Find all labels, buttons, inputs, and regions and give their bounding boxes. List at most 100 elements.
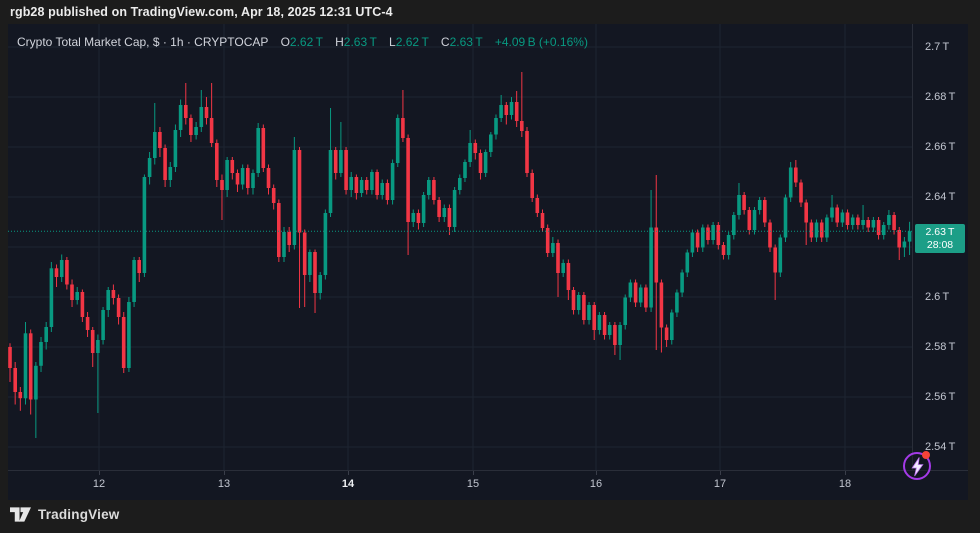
- candlestick-plot[interactable]: [8, 24, 912, 470]
- footer-bar: TradingView: [0, 500, 980, 533]
- candle-body: [293, 150, 297, 245]
- candle-body: [101, 310, 105, 340]
- candle-body: [665, 328, 669, 341]
- candle-body: [872, 220, 876, 228]
- candle-body: [163, 148, 167, 180]
- time-axis-tick: [224, 471, 225, 475]
- candle-body: [701, 228, 705, 248]
- price-axis-label: 2.7 T: [925, 40, 949, 54]
- time-axis-label: 16: [590, 478, 602, 490]
- candle-body: [50, 268, 54, 327]
- candle-body: [717, 225, 721, 245]
- candle-body: [572, 290, 576, 310]
- candle-body: [592, 305, 596, 330]
- candle-body: [763, 200, 767, 223]
- candle-body: [505, 105, 509, 115]
- candle-body: [401, 118, 405, 138]
- tradingview-logo-icon: [10, 507, 31, 522]
- candle-body: [779, 238, 783, 273]
- candle-body: [634, 283, 638, 303]
- candle-body: [106, 290, 110, 310]
- candle-body: [375, 172, 379, 195]
- last-price-value: 2.63 T: [915, 226, 965, 239]
- candle-body: [241, 168, 245, 185]
- candle-body: [143, 177, 147, 273]
- candle-body: [70, 285, 74, 301]
- time-axis[interactable]: 12131415161718: [8, 470, 968, 500]
- candle-body: [86, 317, 90, 330]
- candle-body: [748, 210, 752, 230]
- low-value: 2.62 T: [396, 35, 429, 49]
- candle-body: [711, 225, 715, 240]
- symbol-title: Crypto Total Market Cap, $ · 1h · CRYPTO…: [17, 35, 268, 49]
- candle-body: [44, 327, 48, 342]
- price-axis-label: 2.66 T: [925, 140, 955, 154]
- candle-body: [127, 302, 131, 368]
- open-value: 2.62 T: [290, 35, 323, 49]
- candle-body: [339, 150, 343, 173]
- time-axis-label: 15: [467, 478, 479, 490]
- price-axis[interactable]: 2.63 T 28:08 2.7 T2.68 T2.66 T2.64 T2.6 …: [912, 24, 968, 470]
- published-chart-page: rgb28 published on TradingView.com, Apr …: [0, 0, 980, 533]
- candle-body: [132, 260, 136, 302]
- candle-body: [551, 243, 555, 253]
- candle-body: [856, 218, 860, 226]
- candle-body: [355, 177, 359, 193]
- candle-body: [556, 243, 560, 273]
- candle-body: [437, 200, 441, 217]
- candle-body: [189, 118, 193, 135]
- candle-body: [287, 232, 291, 245]
- candle-body: [851, 218, 855, 226]
- candle-body: [370, 172, 374, 190]
- candle-body: [29, 333, 33, 399]
- candle-body: [96, 340, 100, 353]
- candle-body: [582, 295, 586, 320]
- candle-body: [866, 220, 870, 228]
- lightning-bolt-icon: [910, 457, 925, 477]
- candle-body: [225, 160, 229, 190]
- candle-body: [587, 305, 591, 320]
- time-axis-label: 12: [93, 478, 105, 490]
- candle-body: [820, 223, 824, 238]
- candle-body: [742, 195, 746, 210]
- attribution-text: rgb28 published on TradingView.com, Apr …: [10, 5, 393, 19]
- candle-body: [365, 180, 369, 190]
- candle-body: [117, 298, 121, 317]
- candle-body: [91, 330, 95, 353]
- price-axis-label: 2.56 T: [925, 390, 955, 404]
- candle-body: [13, 368, 17, 392]
- chart-panel: Crypto Total Market Cap, $ · 1h · CRYPTO…: [8, 24, 968, 500]
- candle-body: [169, 167, 173, 180]
- candle-body: [494, 118, 498, 135]
- candles: [8, 72, 911, 438]
- candle-body: [598, 315, 602, 330]
- time-axis-tick: [348, 471, 349, 475]
- candle-body: [660, 283, 664, 328]
- candle-body: [768, 223, 772, 248]
- brand-name: TradingView: [38, 507, 119, 522]
- last-price-badge: 2.63 T 28:08: [915, 224, 965, 253]
- candle-body: [298, 150, 302, 233]
- change-value: +4.09 B (+0.16%): [495, 35, 588, 49]
- candle-body: [8, 347, 12, 368]
- candle-body: [24, 333, 28, 398]
- candle-body: [753, 210, 757, 230]
- low-label: L: [389, 35, 396, 49]
- candle-body: [448, 208, 452, 227]
- candle-body: [153, 132, 157, 158]
- candle-body: [463, 162, 467, 178]
- candle-body: [137, 260, 141, 273]
- candle-body: [417, 213, 421, 223]
- candle-body: [210, 118, 214, 143]
- candle-body: [184, 105, 188, 118]
- candle-body: [613, 325, 617, 345]
- candle-body: [649, 228, 653, 308]
- candle-body: [205, 107, 209, 118]
- candle-body: [722, 245, 726, 255]
- candle-body: [313, 252, 317, 293]
- candle-body: [308, 252, 312, 275]
- candle-body: [737, 195, 741, 215]
- candle-body: [65, 260, 69, 285]
- candle-body: [629, 283, 633, 298]
- tradingview-home-link[interactable]: TradingView: [10, 507, 119, 522]
